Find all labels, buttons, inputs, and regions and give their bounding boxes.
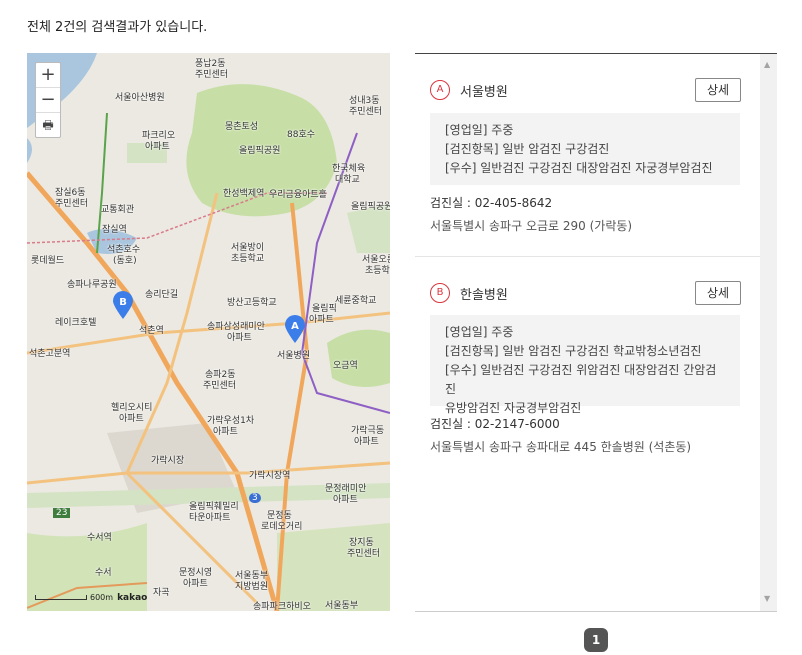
map-label: 서울동부: [325, 601, 359, 611]
map-pin-b-icon[interactable]: B: [112, 290, 134, 320]
hospital-name: 한솔병원: [460, 288, 508, 303]
map-label: 주민센터: [195, 70, 229, 80]
map-label: 로데오거리: [261, 522, 303, 532]
info-line: [영업일] 주중: [445, 325, 514, 339]
map-pin-a-icon[interactable]: A: [284, 314, 306, 344]
map-label: 송파나루공원: [67, 280, 117, 290]
map-pin-b-label: B: [119, 297, 127, 308]
map-label: 서울아산병원: [115, 93, 165, 103]
map-label: 아파트: [309, 315, 334, 325]
map-label: 주민센터: [349, 107, 383, 117]
map-label: 타운아파트: [189, 513, 231, 523]
map-label: 방산고등학교: [227, 298, 277, 308]
phone-number: 검진실 : 02-2147-6000: [430, 417, 560, 431]
result-item: A 서울병원 상세 [영업일] 주중 [검진항목] 일반 암검진 구강검진 [우…: [415, 54, 760, 257]
map-label: 가락시장: [151, 456, 185, 466]
map-label: 자곡: [153, 588, 170, 598]
info-box: [영업일] 주중 [검진항목] 일반 암검진 구강검진 학교밖청소년검진 [우수…: [430, 315, 740, 415]
map-label: 아파트: [227, 333, 252, 343]
detail-button[interactable]: 상세: [695, 78, 741, 102]
map-label: 수서역: [87, 533, 112, 543]
map-label: 가락시장역: [249, 471, 291, 481]
map-label: 주민센터: [55, 199, 89, 209]
map-label: 아파트: [183, 579, 208, 589]
map-label: (동호): [113, 256, 137, 266]
map-label: 초등학교: [231, 254, 265, 264]
page-button-current[interactable]: 1: [584, 628, 608, 652]
result-count-summary: 전체 2건의 검색결과가 있습니다.: [27, 20, 208, 35]
route-sign: 3: [249, 493, 261, 503]
map-graphics: [27, 53, 390, 611]
scale-bar: [35, 595, 87, 600]
info-line: [영업일] 주중: [445, 123, 514, 137]
hospital-name: 서울병원: [460, 85, 508, 100]
result-list[interactable]: A 서울병원 상세 [영업일] 주중 [검진항목] 일반 암검진 구강검진 [우…: [415, 53, 777, 612]
zoom-controls: + − 🖶: [35, 62, 61, 138]
map-label: 지방법원: [235, 582, 269, 592]
map-label: 레이크호텔: [55, 318, 97, 328]
map-label: 한성백제역: [223, 189, 265, 199]
map-label: 송리단길: [145, 290, 179, 300]
phone-number: 검진실 : 02-405-8642: [430, 196, 553, 210]
map-label: 아파트: [213, 427, 238, 437]
zoom-out-button[interactable]: −: [36, 88, 60, 113]
map-label: 88호수: [287, 130, 316, 140]
map-label: 교통회관: [101, 205, 135, 215]
map-label: 오금역: [333, 361, 358, 371]
map-label: 몽촌토성: [225, 122, 259, 132]
map-label: 올림픽공원: [239, 146, 281, 156]
detail-button[interactable]: 상세: [695, 281, 741, 305]
map-scale: 600m kakao: [35, 593, 147, 603]
info-line: [검진항목] 일반 암검진 구강검진: [445, 142, 610, 156]
map-label: 주민센터: [347, 549, 381, 559]
info-box: [영업일] 주중 [검진항목] 일반 암검진 구강검진 [우수] 일반검진 구강…: [430, 113, 740, 185]
map-label: 송파파크하비오: [253, 602, 311, 611]
map-label: 잠실역: [102, 225, 127, 235]
map-label: 세륜중학교: [335, 296, 377, 306]
scrollbar[interactable]: ▲ ▼: [760, 54, 777, 611]
info-line: [검진항목] 일반 암검진 구강검진 학교밖청소년검진: [445, 344, 702, 358]
map-label: 수서: [95, 568, 112, 578]
map-label: 석촌고분역: [29, 349, 71, 359]
map-label: 초등학교: [365, 266, 390, 276]
map-label: 아파트: [119, 414, 144, 424]
result-marker: B: [430, 283, 450, 303]
address: 서울특별시 송파구 오금로 290 (가락동): [430, 219, 633, 233]
map-label: 우리금융아트홀: [269, 190, 327, 200]
zoom-in-button[interactable]: +: [36, 63, 60, 88]
map-label: 대학교: [335, 175, 360, 185]
result-marker: A: [430, 80, 450, 100]
route-sign: 23: [53, 508, 71, 518]
print-icon[interactable]: 🖶: [36, 113, 60, 137]
map-label: 서울병원: [277, 351, 311, 361]
info-line: [우수] 일반검진 구강검진 대장암검진 자궁경부암검진: [445, 161, 713, 175]
map-label: 롯데월드: [31, 256, 65, 266]
scale-label: 600m: [90, 593, 114, 602]
map-label: 아파트: [354, 437, 379, 447]
map-label: 올림픽공원역: [351, 202, 390, 212]
map-label: 석촌역: [139, 326, 164, 336]
scroll-down-icon[interactable]: ▼: [764, 594, 770, 603]
scroll-up-icon[interactable]: ▲: [764, 60, 770, 69]
map-label: 아파트: [333, 495, 358, 505]
map-view[interactable]: + − 🖶 풍납2동 주민센터 서울아산병원 성내3동 주민센터 몽촌토성 88…: [27, 53, 390, 611]
info-line: [우수] 일반검진 구강검진 위암검진 대장암검진 간암검진: [445, 363, 717, 396]
map-pin-a-label: A: [291, 321, 299, 332]
map-label: 아파트: [145, 142, 170, 152]
kakao-logo: kakao: [117, 593, 148, 603]
address: 서울특별시 송파구 송파대로 445 한솔병원 (석촌동): [430, 440, 692, 454]
map-label: 주민센터: [203, 381, 237, 391]
